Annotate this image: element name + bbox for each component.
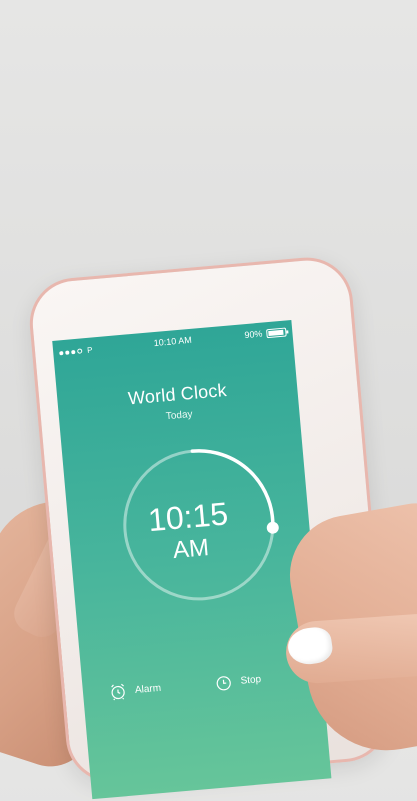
- phone-screen: P 10:10 AM 90% World Clock Today 10:15 A…: [52, 320, 332, 800]
- photo-scene: P 10:10 AM 90% World Clock Today 10:15 A…: [0, 0, 417, 800]
- tab-alarm-label: Alarm: [134, 682, 162, 696]
- battery-icon: [266, 327, 287, 339]
- battery-percent: 90%: [244, 328, 263, 341]
- tab-stop-label: Stop: [240, 673, 262, 687]
- tab-stop[interactable]: Stop: [214, 670, 262, 692]
- stopwatch-icon: [216, 676, 231, 691]
- status-bar: P 10:10 AM 90%: [52, 320, 293, 363]
- alarm-clock-icon: [111, 683, 125, 701]
- tab-alarm[interactable]: Alarm: [108, 679, 161, 701]
